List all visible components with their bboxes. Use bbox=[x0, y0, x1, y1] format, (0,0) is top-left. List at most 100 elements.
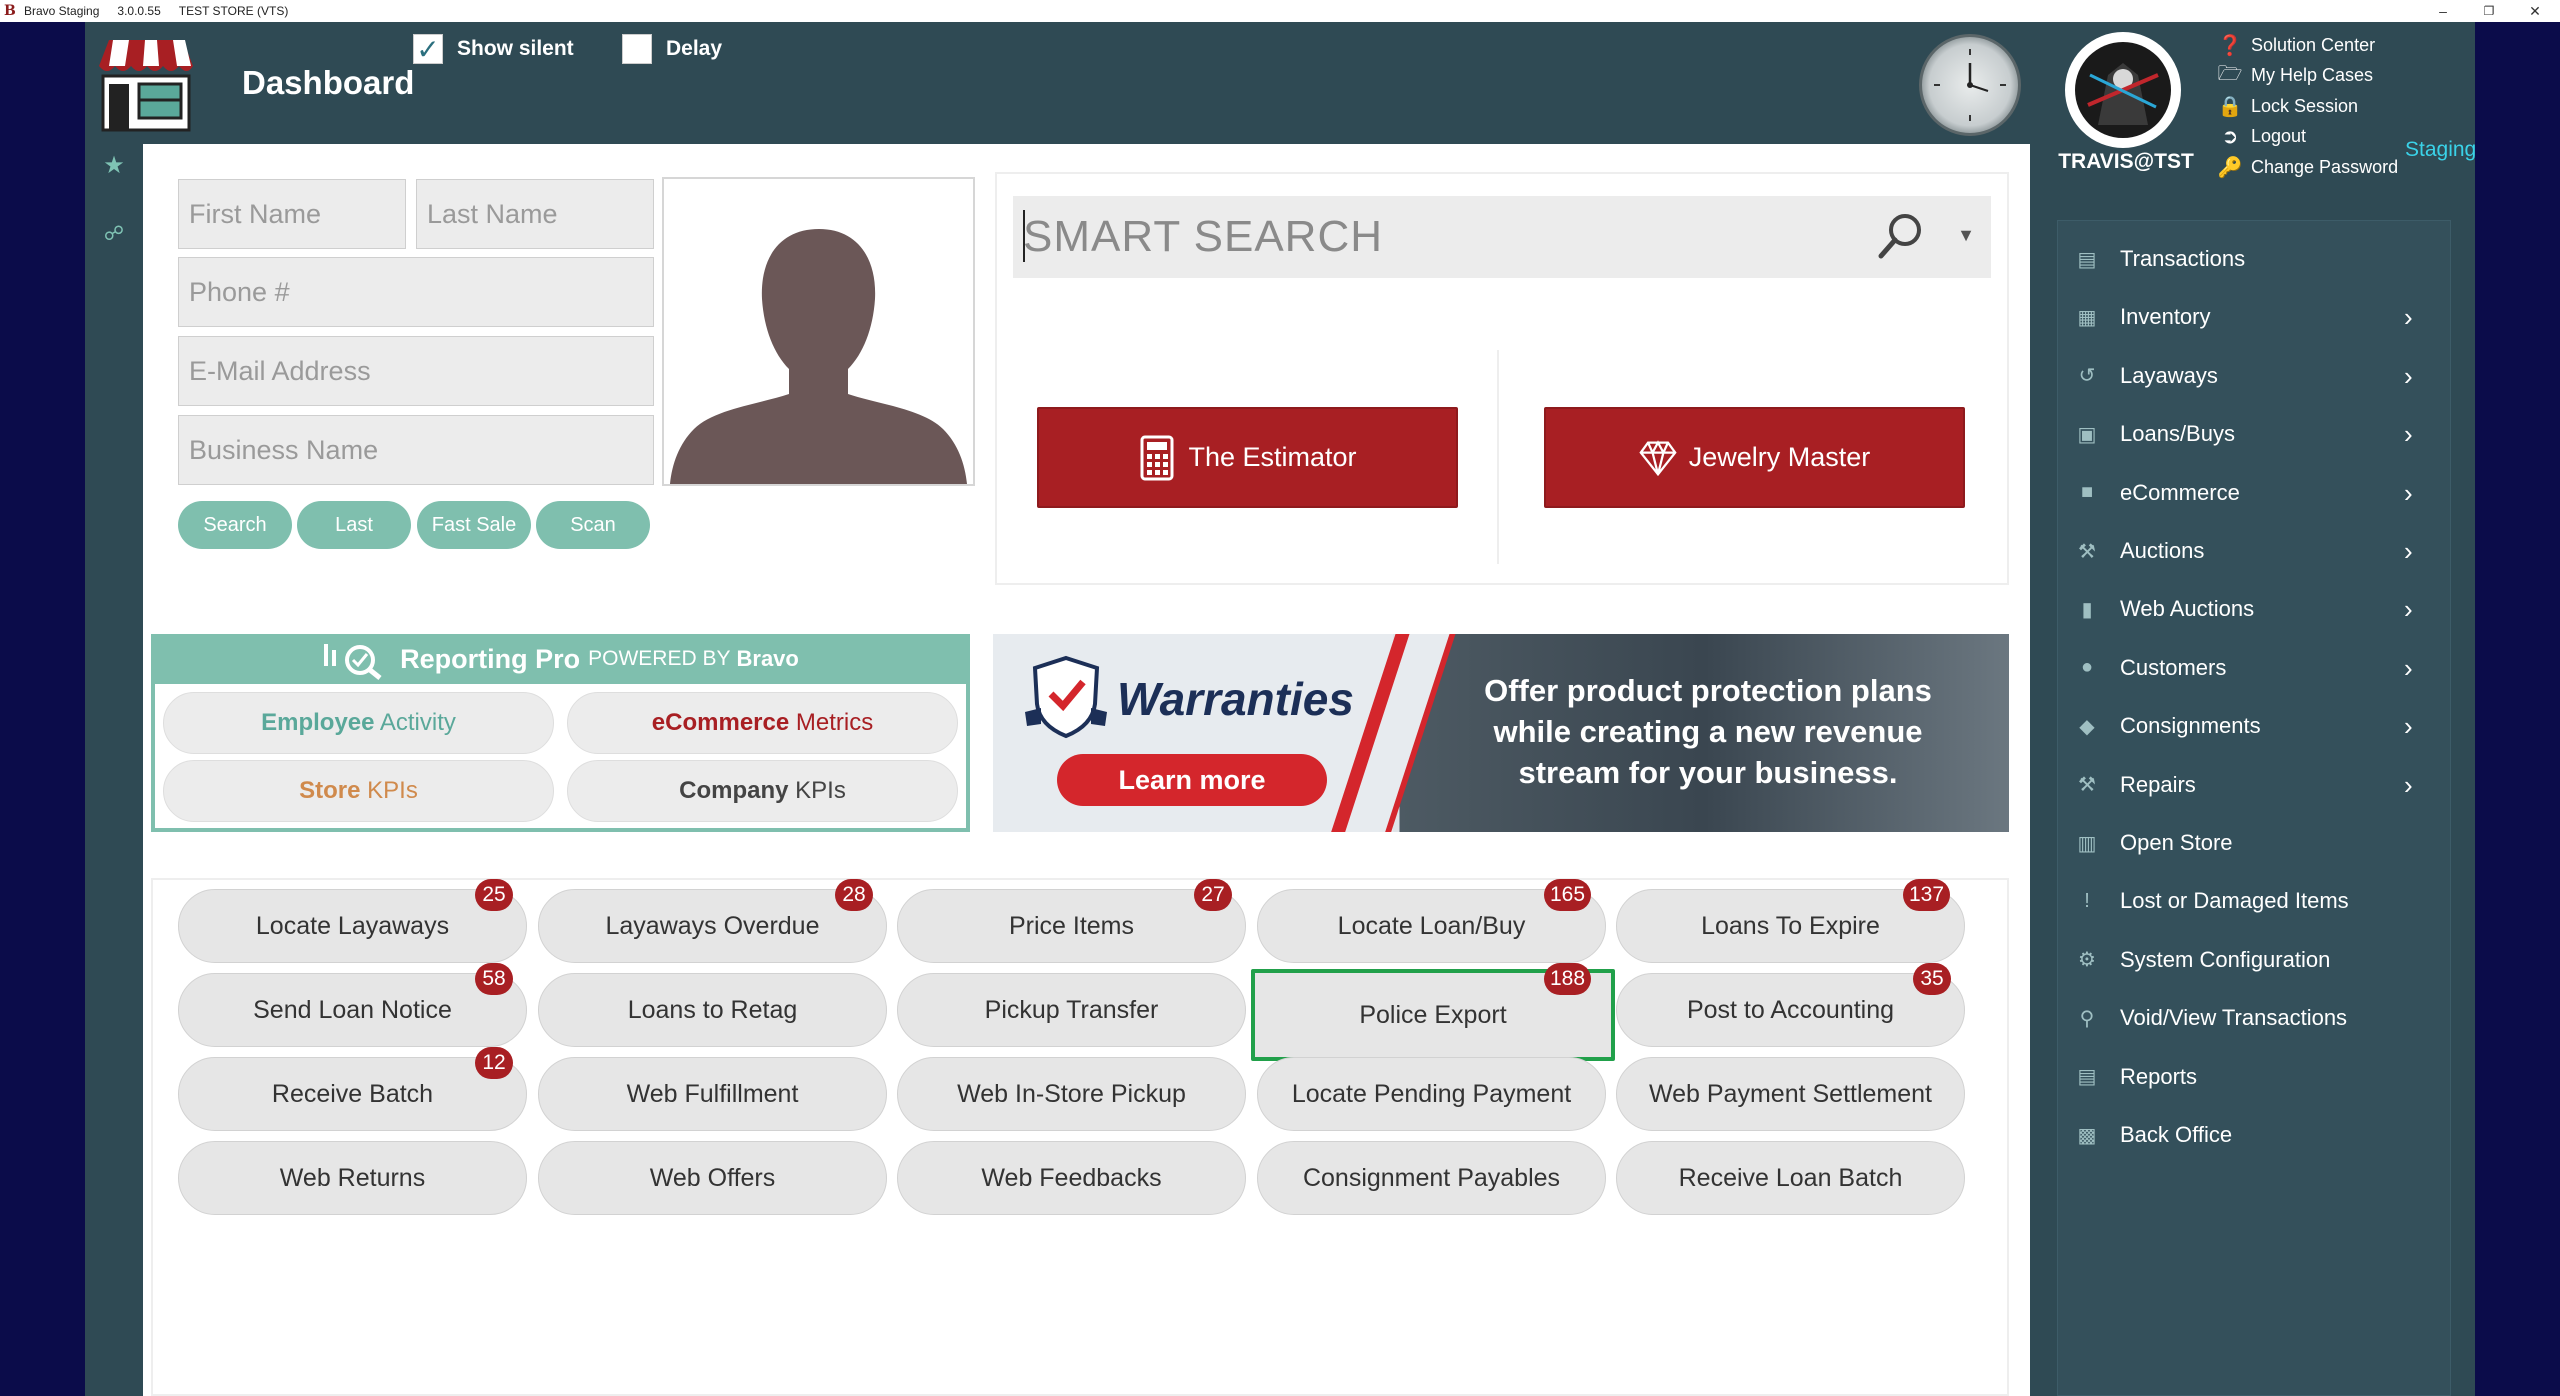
last-name-input[interactable]: Last Name bbox=[416, 179, 654, 249]
magnifier-icon[interactable] bbox=[1871, 208, 1929, 266]
solution-center-link[interactable]: ❓ Solution Center bbox=[2217, 30, 2398, 61]
smart-search-input[interactable]: SMART SEARCH ▼ bbox=[1013, 196, 1991, 278]
tile-web-feedbacks[interactable]: Web Feedbacks bbox=[897, 1141, 1246, 1215]
count-badge: 58 bbox=[475, 963, 513, 995]
tile-post-to-accounting[interactable]: Post to Accounting bbox=[1616, 973, 1965, 1047]
company-kpis-button[interactable]: Company KPIs bbox=[567, 760, 958, 822]
count-badge: 188 bbox=[1544, 963, 1592, 995]
fast-sale-button[interactable]: Fast Sale bbox=[417, 501, 531, 549]
app-version: 3.0.0.55 bbox=[117, 4, 161, 18]
reporting-pro-title: Reporting Pro bbox=[400, 643, 581, 674]
nav-item-repairs[interactable]: ⚒ Repairs › bbox=[2058, 756, 2452, 814]
tile-receive-batch[interactable]: Receive Batch bbox=[178, 1057, 527, 1131]
tile-layaways-overdue[interactable]: Layaways Overdue bbox=[538, 889, 887, 963]
rp-rest: Activity bbox=[374, 709, 456, 736]
business-name-input[interactable]: Business Name bbox=[178, 415, 654, 485]
show-silent-checkbox[interactable]: ✓ Show silent bbox=[413, 32, 574, 66]
tile-label: Web In-Store Pickup bbox=[957, 1079, 1186, 1108]
nav-item-auctions[interactable]: ⚒ Auctions › bbox=[2058, 522, 2452, 580]
favorites-star-icon[interactable]: ★ bbox=[102, 154, 126, 178]
delay-checkbox[interactable]: Delay bbox=[622, 32, 722, 66]
tile-label: Pickup Transfer bbox=[984, 995, 1159, 1024]
tile-label: Locate Loan/Buy bbox=[1337, 911, 1526, 940]
nav-item-label: eCommerce bbox=[2120, 479, 2240, 505]
nav-item-customers[interactable]: ● Customers › bbox=[2058, 639, 2452, 697]
estimator-button[interactable]: The Estimator bbox=[1037, 407, 1458, 508]
tile-web-returns[interactable]: Web Returns bbox=[178, 1141, 527, 1215]
delay-label: Delay bbox=[666, 37, 723, 60]
lock-session-link[interactable]: 🔒 Lock Session bbox=[2217, 91, 2398, 122]
nav-item-open-store[interactable]: ▥ Open Store bbox=[2058, 814, 2452, 872]
tags-icon: ◆ bbox=[2079, 715, 2095, 738]
close-window-button[interactable]: ✕ bbox=[2512, 0, 2558, 22]
gavel-icon: ⚒ bbox=[2078, 540, 2096, 563]
nav-item-consignments[interactable]: ◆ Consignments › bbox=[2058, 697, 2452, 755]
email-input[interactable]: E-Mail Address bbox=[178, 336, 654, 406]
tile-web-fulfillment[interactable]: Web Fulfillment bbox=[538, 1057, 887, 1131]
nav-item-label: Loans/Buys bbox=[2120, 421, 2235, 447]
tile-web-payment-settlement[interactable]: Web Payment Settlement bbox=[1616, 1057, 1965, 1131]
chevron-right-icon: › bbox=[2404, 419, 2413, 450]
tile-send-loan-notice[interactable]: Send Loan Notice bbox=[178, 973, 527, 1047]
rp-rest: KPIs bbox=[360, 777, 418, 804]
chevron-right-icon: › bbox=[2404, 594, 2413, 625]
nav-item-web-auctions[interactable]: ▮ Web Auctions › bbox=[2058, 580, 2452, 638]
customer-photo-placeholder[interactable] bbox=[662, 177, 975, 486]
tile-label: Price Items bbox=[1008, 911, 1135, 940]
first-name-input[interactable]: First Name bbox=[178, 179, 406, 249]
phone-input[interactable]: Phone # bbox=[178, 257, 654, 327]
employee-activity-button[interactable]: Employee Activity bbox=[163, 692, 554, 754]
link-icon[interactable]: ☍ bbox=[102, 222, 126, 246]
estimator-label: The Estimator bbox=[1188, 442, 1357, 472]
tile-loans-to-retag[interactable]: Loans to Retag bbox=[538, 973, 887, 1047]
warranties-banner[interactable]: Warranties Learn more Offer product prot… bbox=[993, 634, 2009, 832]
my-help-cases-link[interactable]: 🗁 My Help Cases bbox=[2217, 61, 2398, 92]
nav-item-system-configuration[interactable]: ⚙ System Configuration bbox=[2058, 931, 2452, 989]
logout-link[interactable]: ➲ Logout bbox=[2217, 122, 2398, 153]
tile-price-items[interactable]: Price Items bbox=[897, 889, 1246, 963]
nav-item-reports[interactable]: ▤ Reports bbox=[2058, 1048, 2452, 1106]
tile-receive-loan-batch[interactable]: Receive Loan Batch bbox=[1616, 1141, 1965, 1215]
left-rail: ★ ☍ bbox=[85, 22, 143, 1396]
tile-label: Locate Layaways bbox=[255, 911, 450, 940]
last-button[interactable]: Last bbox=[297, 501, 411, 549]
restore-button[interactable]: ❐ bbox=[2466, 0, 2512, 22]
tile-locate-pending-payment[interactable]: Locate Pending Payment bbox=[1257, 1057, 1606, 1131]
nav-item-void-view-transactions[interactable]: ⚲ Void/View Transactions bbox=[2058, 989, 2452, 1047]
chevron-down-icon[interactable]: ▼ bbox=[1951, 220, 1981, 250]
lock-icon: 🔒 bbox=[2217, 95, 2243, 118]
cogs-icon: ⚙ bbox=[2078, 949, 2096, 972]
count-badge: 165 bbox=[1544, 879, 1592, 911]
warranties-text-line: stream for your business. bbox=[1518, 755, 1898, 790]
minimize-button[interactable]: – bbox=[2420, 0, 2466, 22]
count-badge: 35 bbox=[1913, 963, 1951, 995]
calculator-icon bbox=[1138, 435, 1176, 481]
tile-web-in-store-pickup[interactable]: Web In-Store Pickup bbox=[897, 1057, 1246, 1131]
search-button[interactable]: Search bbox=[178, 501, 292, 549]
nav-item-transactions[interactable]: ▤ Transactions bbox=[2058, 230, 2452, 288]
tile-locate-layaways[interactable]: Locate Layaways bbox=[178, 889, 527, 963]
store-logo-icon[interactable] bbox=[95, 36, 197, 132]
nav-item-back-office[interactable]: ▩ Back Office bbox=[2058, 1106, 2452, 1164]
reporting-pro-header: Reporting Pro POWERED BY Bravo bbox=[151, 634, 970, 684]
staging-label: Staging bbox=[2405, 138, 2477, 161]
layaways-icon: ↺ bbox=[2078, 365, 2096, 388]
change-password-link[interactable]: 🔑 Change Password bbox=[2217, 152, 2399, 183]
nav-item-layaways[interactable]: ↺ Layaways › bbox=[2058, 347, 2452, 405]
store-kpis-button[interactable]: Store KPIs bbox=[163, 760, 554, 822]
learn-more-button[interactable]: Learn more bbox=[1057, 754, 1327, 806]
user-icon: ● bbox=[2080, 656, 2094, 679]
scan-button[interactable]: Scan bbox=[536, 501, 650, 549]
tile-pickup-transfer[interactable]: Pickup Transfer bbox=[897, 973, 1246, 1047]
user-avatar[interactable] bbox=[2065, 32, 2181, 148]
tile-consignment-payables[interactable]: Consignment Payables bbox=[1257, 1141, 1606, 1215]
nav-item-ecommerce[interactable]: ■ eCommerce › bbox=[2058, 464, 2452, 522]
nav-item-inventory[interactable]: ▦ Inventory › bbox=[2058, 288, 2452, 346]
warranties-title: Warranties bbox=[1117, 673, 1354, 725]
jewelry-master-button[interactable]: Jewelry Master bbox=[1544, 407, 1965, 508]
nav-item-loans-buys[interactable]: ▣ Loans/Buys › bbox=[2058, 405, 2452, 463]
tile-web-offers[interactable]: Web Offers bbox=[538, 1141, 887, 1215]
ecommerce-metrics-button[interactable]: eCommerce Metrics bbox=[567, 692, 958, 754]
nav-item-lost-or-damaged-items[interactable]: ! Lost or Damaged Items bbox=[2058, 872, 2452, 930]
rp-bold: eCommerce bbox=[651, 709, 790, 736]
